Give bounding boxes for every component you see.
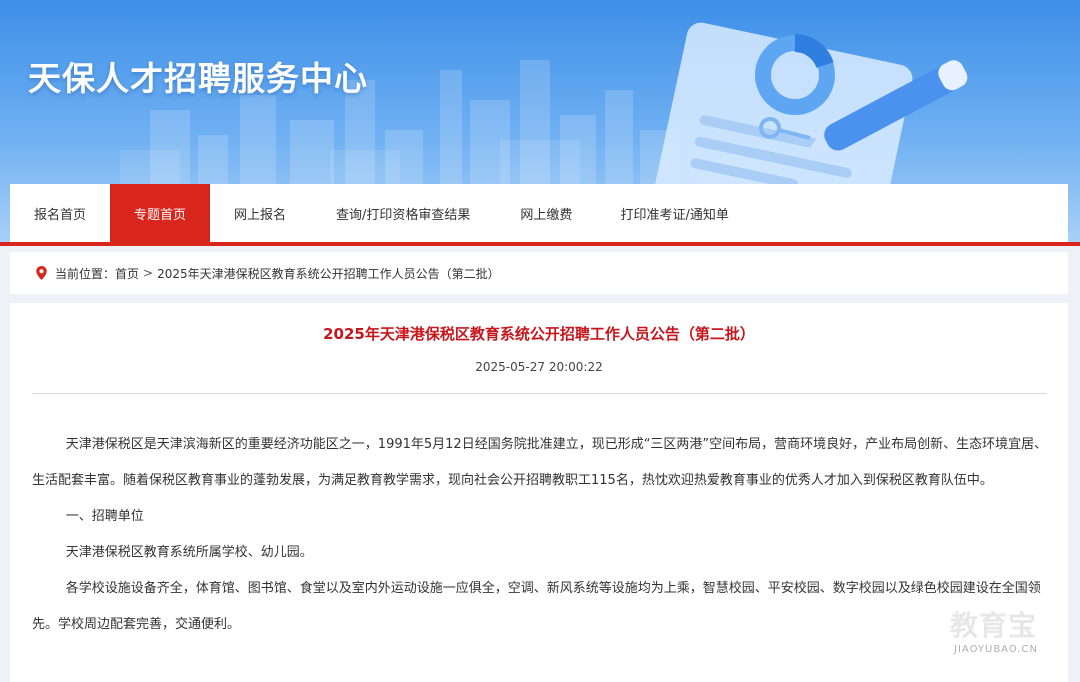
breadcrumb-home-link[interactable]: 首页 xyxy=(115,265,139,282)
site-title: 天保人才招聘服务中心 xyxy=(28,59,368,98)
breadcrumb: 当前位置： 首页 > 2025年天津港保税区教育系统公开招聘工作人员公告（第二批… xyxy=(10,252,1068,294)
nav-item-print-admission-ticket[interactable]: 打印准考证/通知单 xyxy=(596,184,752,242)
article-paragraph: 各学校设施设备齐全，体育馆、图书馆、食堂以及室内外运动设施一应俱全，空调、新风系… xyxy=(32,581,1041,632)
nav-item-online-registration[interactable]: 网上报名 xyxy=(210,184,310,242)
nav-item-registration-home[interactable]: 报名首页 xyxy=(10,184,110,242)
breadcrumb-prefix: 当前位置： xyxy=(55,266,116,281)
article-panel: 2025年天津港保税区教育系统公开招聘工作人员公告（第二批） 2025-05-2… xyxy=(10,303,1068,682)
nav-item-online-payment[interactable]: 网上缴费 xyxy=(496,184,596,242)
breadcrumb-separator: > xyxy=(143,266,154,280)
article-paragraph: 天津港保税区是天津滨海新区的重要经济功能区之一，1991年5月12日经国务院批准… xyxy=(32,437,1048,488)
article-paragraph: 天津港保税区教育系统所属学校、幼儿园。 xyxy=(65,545,313,560)
main-nav: 报名首页 专题首页 网上报名 查询/打印资格审查结果 网上缴费 打印准考证/通知… xyxy=(10,184,1068,242)
article-body: 天津港保税区是天津滨海新区的重要经济功能区之一，1991年5月12日经国务院批准… xyxy=(32,427,1050,643)
location-pin-icon xyxy=(36,266,47,280)
article-title: 2025年天津港保税区教育系统公开招聘工作人员公告（第二批） xyxy=(323,325,755,343)
breadcrumb-current: 2025年天津港保税区教育系统公开招聘工作人员公告（第二批） xyxy=(157,266,500,281)
nav-item-qualification-results[interactable]: 查询/打印资格审查结果 xyxy=(310,184,496,242)
article-section-heading: 一、招聘单位 xyxy=(65,509,144,524)
article-date: 2025-05-27 20:00:22 xyxy=(475,360,603,374)
nav-item-topic-home[interactable]: 专题首页 xyxy=(110,184,211,242)
nav-accent-bar xyxy=(0,242,1080,246)
article-divider xyxy=(32,393,1047,394)
